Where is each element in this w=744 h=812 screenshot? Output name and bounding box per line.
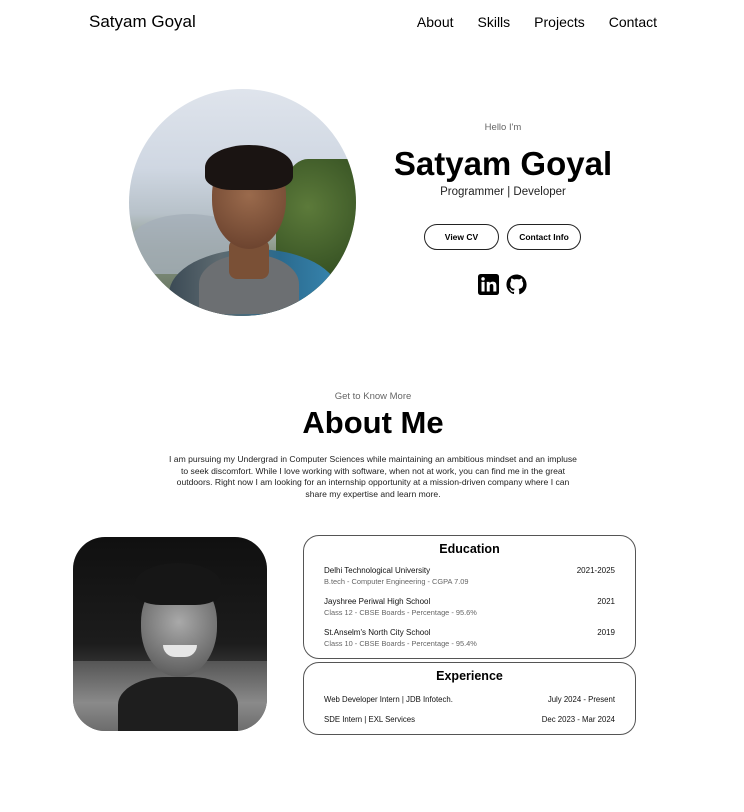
nav-link-contact[interactable]: Contact [609, 14, 657, 30]
site-logo[interactable]: Satyam Goyal [89, 12, 196, 32]
about-kicker: Get to Know More [334, 391, 412, 402]
hero-greeting: Hello I'm [484, 122, 522, 133]
hero-role: Programmer | Developer [440, 186, 566, 198]
school-name: St.Anselm's North City School [324, 628, 431, 637]
about-photo [73, 537, 267, 731]
education-card: Education Delhi Technological University… [303, 535, 636, 659]
about-description: I am pursuing my Undergrad in Computer S… [169, 454, 577, 499]
education-years: 2021 [597, 597, 615, 606]
education-item: Jayshree Periwal High School 2021 Class … [324, 597, 615, 617]
education-item: St.Anselm's North City School 2019 Class… [324, 628, 615, 648]
about-title: About Me [302, 405, 444, 440]
experience-card: Experience Web Developer Intern | JDB In… [303, 662, 636, 735]
github-icon[interactable] [506, 274, 527, 295]
education-detail: Class 12 - CBSE Boards - Percentage - 95… [324, 608, 477, 617]
education-item: Delhi Technological University 2021-2025… [324, 566, 615, 586]
top-nav: About Skills Projects Contact [417, 14, 657, 30]
linkedin-icon[interactable] [478, 274, 499, 295]
experience-period: Dec 2023 - Mar 2024 [541, 715, 615, 724]
experience-period: July 2024 - Present [547, 695, 615, 704]
hero-name: Satyam Goyal [393, 145, 613, 182]
experience-role: Web Developer Intern | JDB Infotech. [324, 695, 453, 704]
contact-info-button[interactable]: Contact Info [507, 224, 581, 250]
education-detail: Class 10 - CBSE Boards - Percentage - 95… [324, 639, 477, 648]
education-detail: B.tech - Computer Engineering - CGPA 7.0… [324, 577, 469, 586]
experience-role: SDE Intern | EXL Services [324, 715, 416, 724]
school-name: Jayshree Periwal High School [324, 597, 431, 606]
school-name: Delhi Technological University [324, 566, 431, 575]
education-years: 2019 [597, 628, 615, 637]
view-cv-button[interactable]: View CV [424, 224, 499, 250]
experience-item: Web Developer Intern | JDB Infotech. Jul… [324, 695, 615, 704]
profile-photo [129, 89, 356, 316]
experience-title: Experience [436, 669, 503, 683]
nav-link-about[interactable]: About [417, 14, 454, 30]
experience-item: SDE Intern | EXL Services Dec 2023 - Mar… [324, 715, 615, 724]
education-title: Education [439, 542, 500, 556]
nav-link-skills[interactable]: Skills [478, 14, 511, 30]
education-years: 2021-2025 [576, 566, 615, 575]
nav-link-projects[interactable]: Projects [534, 14, 585, 30]
